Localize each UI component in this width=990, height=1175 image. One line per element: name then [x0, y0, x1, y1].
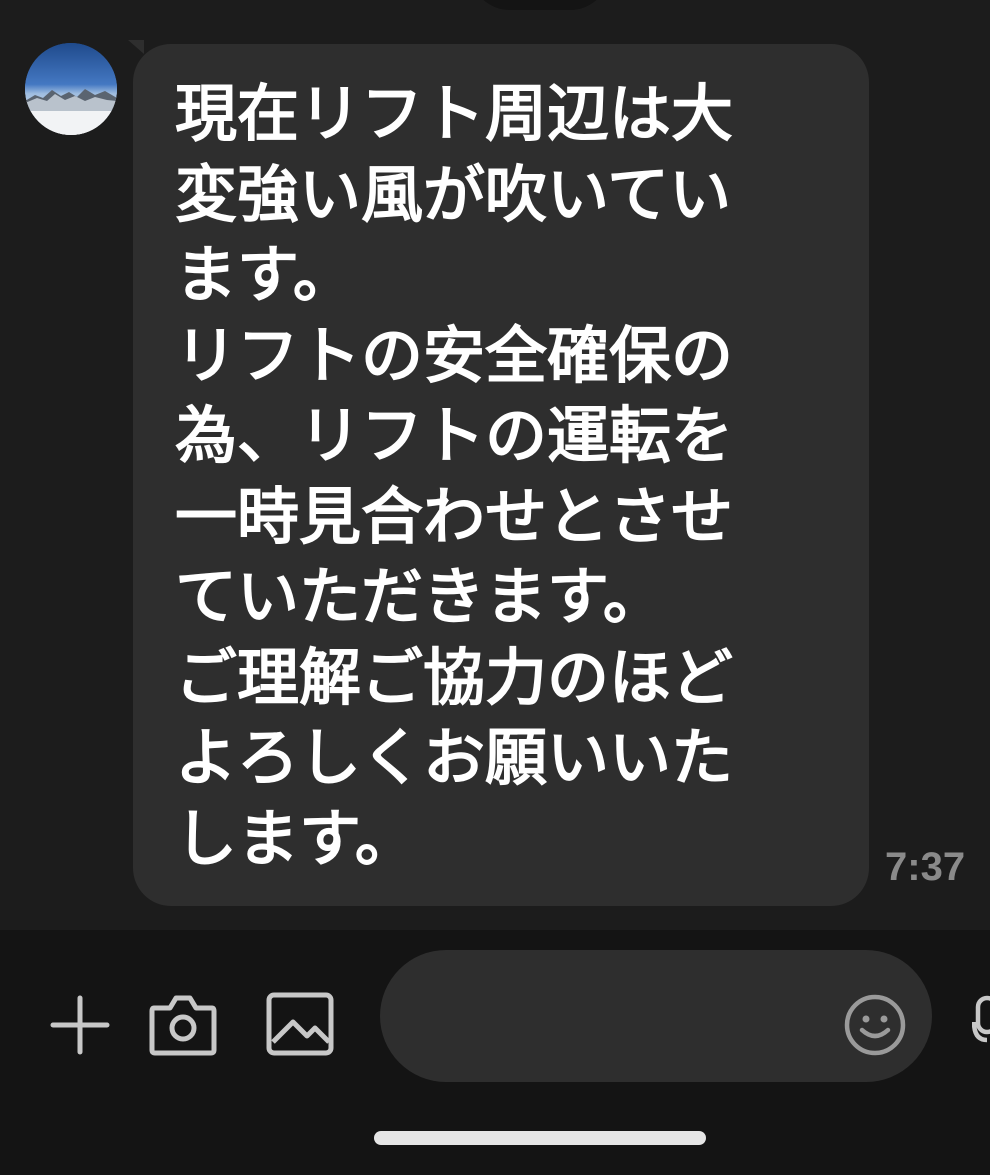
camera-icon[interactable] — [148, 990, 218, 1060]
microphone-icon[interactable] — [972, 992, 990, 1052]
smiley-icon[interactable] — [842, 992, 908, 1058]
message-bubble[interactable]: 現在リフト周辺は大 変強い風が吹いてい ます。 リフトの安全確保の 為、リフトの… — [133, 44, 869, 906]
avatar[interactable] — [25, 43, 117, 135]
bubble-tail — [128, 40, 144, 54]
plus-icon[interactable] — [45, 990, 115, 1060]
message-text: 現在リフト周辺は大 変強い風が吹いてい ます。 リフトの安全確保の 為、リフトの… — [175, 77, 734, 875]
image-icon[interactable] — [265, 990, 335, 1060]
chat-screen: 現在リフト周辺は大 変強い風が吹いてい ます。 リフトの安全確保の 為、リフトの… — [0, 0, 990, 1175]
home-indicator[interactable] — [374, 1131, 706, 1145]
mountain-landscape-photo — [25, 43, 117, 135]
message-timestamp: 7:37 — [885, 845, 966, 889]
message-list[interactable]: 現在リフト周辺は大 変強い風が吹いてい ます。 リフトの安全確保の 為、リフトの… — [0, 0, 990, 930]
top-notch — [470, 0, 610, 10]
